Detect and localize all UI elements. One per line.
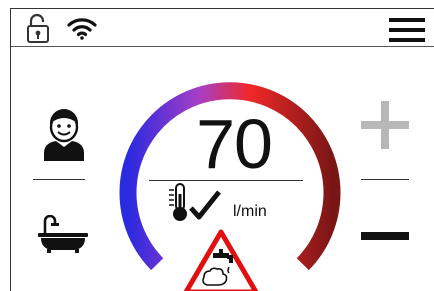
flow-unit: l/min — [233, 203, 267, 220]
minus-icon[interactable] — [361, 231, 409, 241]
right-divider — [361, 179, 409, 180]
thermometer-check-icon — [169, 183, 221, 221]
plus-icon[interactable] — [361, 101, 409, 149]
warning-faucet-triangle-icon — [183, 229, 259, 291]
flow-value: 70 — [196, 105, 273, 183]
device-screen: 70 l/min — [10, 8, 434, 291]
gauge-divider — [149, 180, 303, 181]
